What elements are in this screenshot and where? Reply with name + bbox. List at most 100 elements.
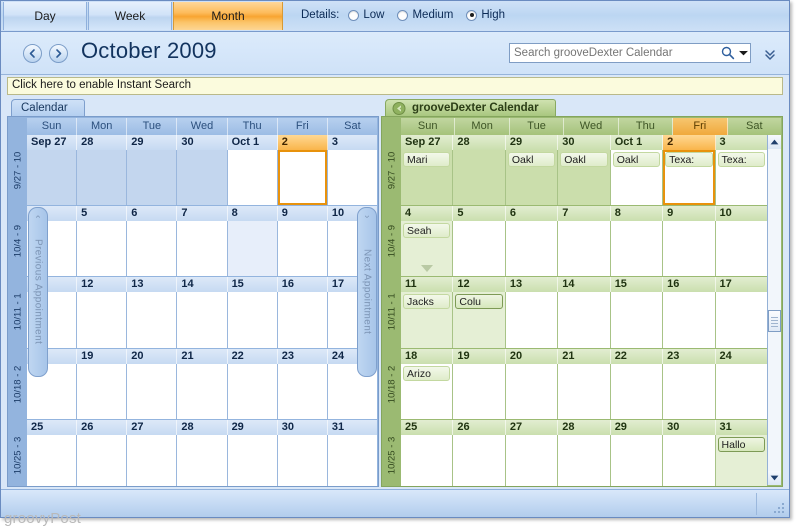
day-cell[interactable]: Seah xyxy=(401,221,454,277)
day-number[interactable]: 11 xyxy=(401,277,454,293)
day-number[interactable]: 24 xyxy=(715,348,767,364)
day-number[interactable]: 2 xyxy=(663,135,716,150)
day-cell[interactable] xyxy=(505,221,559,277)
day-number[interactable]: 8 xyxy=(610,206,664,222)
view-tab-week[interactable]: Week xyxy=(88,2,172,30)
day-cell[interactable] xyxy=(453,150,506,206)
expand-search-button[interactable] xyxy=(763,46,777,62)
day-cell[interactable]: Oakl xyxy=(505,150,559,206)
day-cell[interactable] xyxy=(453,434,506,486)
day-number[interactable]: 18 xyxy=(401,348,454,364)
day-cell[interactable] xyxy=(277,434,328,486)
day-number[interactable]: 19 xyxy=(77,348,128,364)
appointment-item[interactable]: Texa: xyxy=(717,152,765,167)
day-number[interactable]: Oct 1 xyxy=(610,135,664,150)
day-number[interactable]: 26 xyxy=(77,419,128,435)
day-cell[interactable] xyxy=(177,292,228,348)
day-cell[interactable] xyxy=(127,363,178,419)
more-appointments-icon[interactable] xyxy=(420,265,433,273)
day-number[interactable]: Sep 27 xyxy=(27,135,78,150)
day-number[interactable]: 25 xyxy=(27,419,78,435)
day-number[interactable]: 29 xyxy=(610,419,664,435)
pane-tab-calendar[interactable]: Calendar xyxy=(11,99,85,116)
scroll-up-button[interactable] xyxy=(768,135,781,149)
day-cell[interactable] xyxy=(505,434,559,486)
back-button[interactable] xyxy=(23,44,42,63)
day-cell[interactable] xyxy=(715,363,767,419)
day-number[interactable]: 30 xyxy=(663,419,716,435)
day-number[interactable]: 28 xyxy=(558,419,611,435)
day-cell[interactable] xyxy=(401,434,454,486)
day-number[interactable]: 10 xyxy=(715,206,767,222)
day-number[interactable]: 30 xyxy=(558,135,611,150)
day-number[interactable]: 5 xyxy=(453,206,506,222)
vertical-scrollbar[interactable] xyxy=(767,135,781,485)
day-number[interactable]: 31 xyxy=(327,419,377,435)
appointment-item[interactable]: Texa: xyxy=(665,152,713,167)
day-cell[interactable] xyxy=(127,221,178,277)
day-cell[interactable] xyxy=(558,363,611,419)
resize-grip-icon[interactable] xyxy=(772,501,786,515)
search-dropdown-button[interactable] xyxy=(736,45,750,61)
day-cell[interactable]: Jacks xyxy=(401,292,454,348)
day-cell[interactable] xyxy=(610,221,664,277)
day-number[interactable]: 14 xyxy=(558,277,611,293)
forward-button[interactable] xyxy=(49,44,68,63)
day-cell[interactable] xyxy=(610,292,664,348)
day-number[interactable]: 3 xyxy=(327,135,377,150)
day-number[interactable]: 27 xyxy=(505,419,559,435)
day-cell[interactable]: Texa: xyxy=(715,150,767,206)
day-cell[interactable] xyxy=(77,221,128,277)
day-number[interactable]: 22 xyxy=(227,348,278,364)
day-cell[interactable] xyxy=(663,434,716,486)
day-cell[interactable] xyxy=(177,434,228,486)
search-input[interactable] xyxy=(510,44,720,62)
day-cell[interactable] xyxy=(77,363,128,419)
day-cell[interactable] xyxy=(227,150,278,206)
day-number[interactable]: 14 xyxy=(177,277,228,293)
day-cell[interactable] xyxy=(715,221,767,277)
day-number[interactable]: 21 xyxy=(177,348,228,364)
day-cell[interactable]: Colu xyxy=(453,292,506,348)
day-cell[interactable] xyxy=(227,221,278,277)
day-cell[interactable] xyxy=(715,292,767,348)
day-cell[interactable] xyxy=(558,221,611,277)
day-number[interactable]: 20 xyxy=(127,348,178,364)
day-cell[interactable] xyxy=(177,150,228,206)
day-cell[interactable] xyxy=(558,434,611,486)
day-number[interactable]: 3 xyxy=(715,135,767,150)
day-number[interactable]: 26 xyxy=(453,419,506,435)
day-number[interactable]: 6 xyxy=(127,206,178,222)
day-cell[interactable] xyxy=(27,434,78,486)
day-number[interactable]: 30 xyxy=(177,135,228,150)
scrollbar-thumb[interactable] xyxy=(768,310,781,332)
appointment-item[interactable]: Oakl xyxy=(507,152,556,167)
details-option-high[interactable]: High xyxy=(466,9,505,21)
appointment-item[interactable]: Colu xyxy=(455,294,503,310)
day-cell[interactable] xyxy=(663,363,716,419)
day-cell[interactable] xyxy=(127,434,178,486)
day-number[interactable]: 15 xyxy=(610,277,664,293)
day-number[interactable]: 9 xyxy=(663,206,716,222)
search-box[interactable] xyxy=(509,43,751,63)
day-number[interactable]: 29 xyxy=(505,135,559,150)
day-number[interactable]: 19 xyxy=(453,348,506,364)
day-number[interactable]: 2 xyxy=(277,135,328,150)
day-cell[interactable] xyxy=(453,363,506,419)
day-number[interactable]: 23 xyxy=(663,348,716,364)
scroll-down-button[interactable] xyxy=(768,471,781,485)
day-cell[interactable]: Oakl xyxy=(558,150,611,206)
day-number[interactable]: 28 xyxy=(177,419,228,435)
day-number[interactable]: 16 xyxy=(663,277,716,293)
day-number[interactable]: 30 xyxy=(277,419,328,435)
previous-appointment-flap[interactable]: ‹ Previous Appointment xyxy=(28,207,48,377)
day-cell[interactable]: Oakl xyxy=(610,150,664,206)
day-number[interactable]: 21 xyxy=(558,348,611,364)
appointment-item[interactable]: Jacks xyxy=(403,294,451,310)
day-number[interactable]: 7 xyxy=(558,206,611,222)
day-number[interactable]: 12 xyxy=(77,277,128,293)
day-number[interactable]: 5 xyxy=(77,206,128,222)
day-number[interactable]: 31 xyxy=(715,419,767,435)
radio-low-icon[interactable] xyxy=(348,9,360,21)
radio-medium-icon[interactable] xyxy=(397,9,409,21)
